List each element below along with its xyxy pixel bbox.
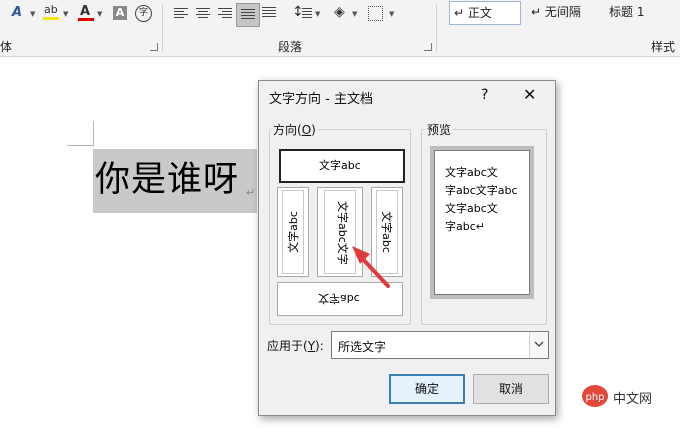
watermark: php 中文网 [581,384,677,410]
apply-to-value: 所选文字 [338,340,387,354]
annotation-arrow-icon [352,246,390,288]
help-button[interactable]: ? [481,87,488,103]
apply-to-label: 应用于(Y): [267,339,324,353]
svg-text:php: php [585,392,604,403]
font-color-swatch [78,18,94,21]
style-heading-1[interactable]: 标题 1 [605,1,679,23]
chevron-down-icon[interactable]: ▼ [30,10,35,18]
chevron-down-icon[interactable]: ▼ [389,10,394,18]
preview-area: 文字abc文 字abc文字abc 文字abc文 字abc↵ [430,146,534,299]
borders-icon[interactable] [368,6,383,21]
dialog-title: 文字方向 - 主文档 [269,92,373,107]
paragraph-group-label: 段落 [278,40,303,54]
distributed-icon[interactable] [262,7,276,19]
group-separator [436,4,437,52]
styles-group-label: 样式 [651,40,676,54]
chevron-down-icon[interactable]: ▼ [97,10,102,18]
preview-line: 字abc文字abc [445,184,518,197]
align-center-icon[interactable] [196,8,210,20]
document-text[interactable]: 你是谁呀 [95,157,239,203]
enclose-characters-icon[interactable]: 字 [135,5,152,22]
align-right-icon[interactable] [218,8,232,20]
ribbon: A ▼ ab ▼ A ▼ A 字 体 ↕ ▼ ◈ ▼ ▼ 段落 ↵ 正文 ↵ 无… [0,0,680,57]
chevron-down-icon[interactable]: ▼ [352,10,357,18]
shading-bucket-icon[interactable]: ◈ [334,4,345,20]
style-no-spacing[interactable]: ↵ 无间隔 [527,1,601,23]
preview-line: 字abc↵ [445,220,485,233]
orientation-vertical-left-option[interactable]: 文字abc [277,187,309,277]
highlight-color-swatch [43,17,59,20]
php-logo-icon: php [582,385,608,407]
chevron-down-icon[interactable]: ▼ [63,10,68,18]
align-left-icon[interactable] [174,8,188,20]
justify-icon [241,9,255,21]
style-normal[interactable]: ↵ 正文 [449,1,521,25]
option-label: 文字abc [287,211,300,253]
margin-corner-mark [93,121,94,146]
font-dialog-launcher-icon[interactable] [150,43,158,51]
preview-line: 文字abc文 [445,202,498,215]
preview-legend: 预览 [425,121,454,138]
watermark-text: 中文网 [613,392,653,407]
close-button[interactable]: ✕ [523,85,536,104]
line-spacing-lines [302,8,312,20]
apply-to-select[interactable]: 所选文字 [331,331,549,359]
highlight-icon[interactable]: ab [44,2,58,18]
preview-page: 文字abc文 字abc文字abc 文字abc文 字abc↵ [434,150,530,295]
orientation-legend: 方向(O) [271,121,318,138]
chevron-down-icon[interactable] [529,332,548,358]
group-separator [162,4,163,52]
margin-corner-mark [67,145,93,146]
font-group-label: 体 [0,40,13,54]
option-label: 文字abc [318,292,360,305]
paragraph-dialog-launcher-icon[interactable] [424,43,432,51]
ok-button[interactable]: 确定 [389,374,465,404]
paragraph-mark: ↵ [246,186,256,199]
chevron-down-icon[interactable]: ▼ [315,10,320,18]
preview-line: 文字abc文 [445,166,498,179]
text-direction-dialog: 文字方向 - 主文档 ? ✕ 方向(O) 文字abc 文字abc 文字abc文字… [258,80,556,416]
character-shading-icon[interactable]: A [113,6,127,20]
cancel-button[interactable]: 取消 [473,374,549,404]
justify-button[interactable] [236,3,260,27]
orientation-horizontal-option[interactable]: 文字abc [279,149,405,183]
option-label: 文字abc [319,159,361,172]
text-effects-icon[interactable]: A [12,5,22,21]
